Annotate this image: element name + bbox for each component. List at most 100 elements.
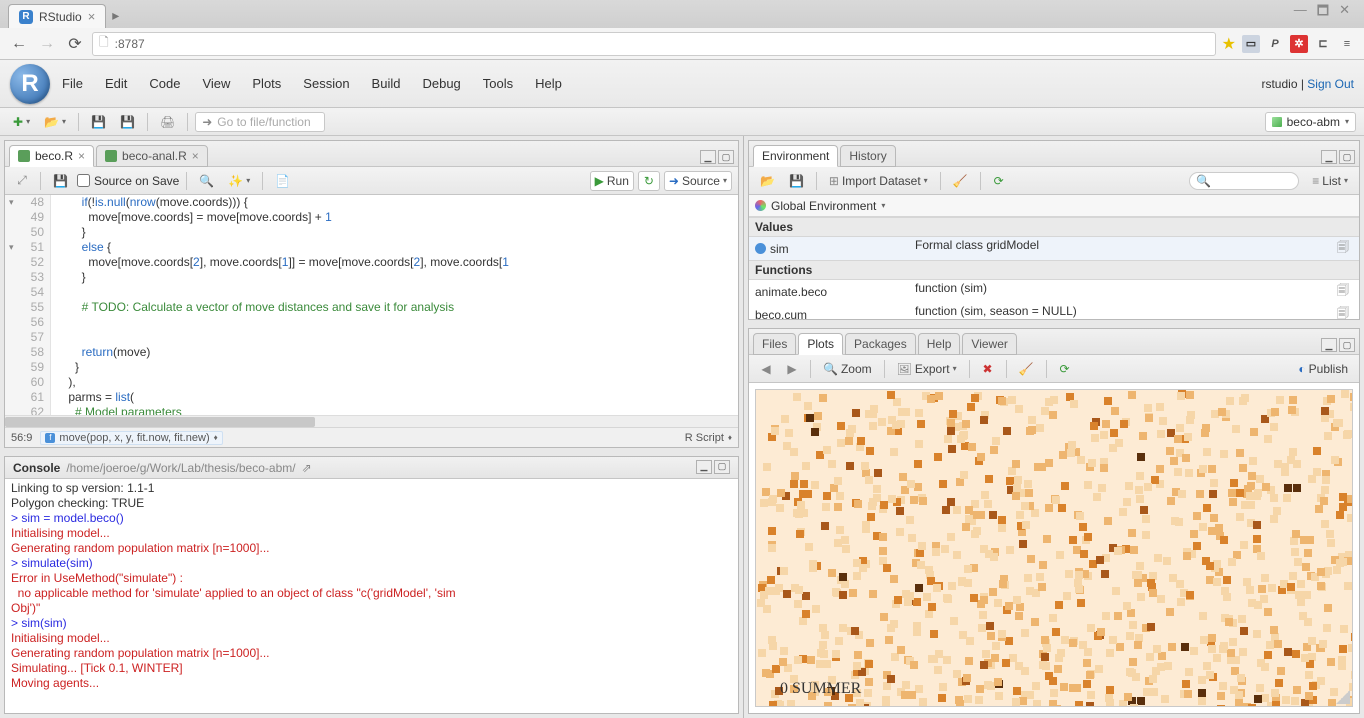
menu-build[interactable]: Build (372, 76, 401, 91)
address-bar: ← → ⟳ 🗋 :8787 ★ ▭ P ✲ ⊏ ≡ (0, 28, 1364, 60)
menu-file[interactable]: File (62, 76, 83, 91)
save-source-button[interactable]: 💾 (48, 171, 73, 191)
wand-button[interactable]: ✨▾ (223, 171, 255, 191)
editor-code[interactable]: if(!is.null(nrow(move.coords))) { move[m… (51, 195, 738, 415)
pane-minimize-icon[interactable]: ▁ (696, 460, 712, 474)
pane-minimize-icon[interactable]: ▁ (700, 150, 716, 164)
load-workspace-button[interactable]: 📂 (755, 171, 780, 191)
editor-hscrollbar[interactable] (5, 415, 738, 427)
file-type: R Script (685, 432, 724, 444)
clear-workspace-button[interactable]: 🧹 (948, 171, 973, 191)
resize-grip-icon[interactable] (1336, 690, 1350, 704)
source-tab-beco[interactable]: beco.R × (9, 145, 94, 167)
globe-icon (755, 200, 766, 211)
env-row[interactable]: simFormal class gridModel🗐 (749, 237, 1359, 260)
menu-session[interactable]: Session (303, 76, 349, 91)
source-on-save-input[interactable] (77, 174, 90, 187)
save-workspace-button[interactable]: 💾 (784, 171, 809, 191)
plot-refresh-button[interactable]: ⟳ (1054, 359, 1076, 379)
console-body[interactable]: Linking to sp version: 1.1-1Polygon chec… (5, 479, 738, 713)
plot-export-button[interactable]: 🖼Export▾ (892, 359, 962, 379)
plot-publish-button[interactable]: ◐Publish (1293, 359, 1353, 379)
project-picker[interactable]: beco-abm ▾ (1265, 112, 1356, 132)
console-path-popup-icon[interactable]: ⇗ (302, 461, 312, 475)
extension-icons: ▭ P ✲ ⊏ ≡ (1242, 35, 1356, 53)
menu-edit[interactable]: Edit (105, 76, 127, 91)
hamburger-icon[interactable]: ≡ (1338, 35, 1356, 53)
menu-help[interactable]: Help (535, 76, 562, 91)
close-icon[interactable]: × (78, 149, 85, 163)
env-row[interactable]: animate.becofunction (sim)🗐 (749, 280, 1359, 303)
tab-plots[interactable]: Plots (798, 333, 843, 355)
goto-placeholder: Go to file/function (217, 115, 310, 129)
menu-code[interactable]: Code (149, 76, 180, 91)
plot-next-button[interactable]: ▶ (781, 359, 803, 379)
compile-button[interactable]: 📄 (270, 171, 295, 191)
rerun-button[interactable]: ↻ (638, 171, 660, 191)
env-row[interactable]: beco.cumfunction (sim, season = NULL)🗐 (749, 303, 1359, 319)
ext-icon-c[interactable]: ⊏ (1314, 35, 1332, 53)
print-button[interactable]: 🖨 (155, 112, 180, 132)
find-button[interactable]: 🔍 (194, 171, 219, 191)
env-view-mode[interactable]: ≡List▾ (1307, 171, 1353, 191)
url-field[interactable]: 🗋 :8787 (92, 32, 1216, 56)
tab-history[interactable]: History (840, 145, 895, 167)
env-scope-picker[interactable]: Global Environment▾ (749, 195, 1359, 217)
source-button[interactable]: ➜Source▾ (664, 171, 732, 191)
tab-files[interactable]: Files (753, 333, 796, 355)
back-button[interactable]: ← (8, 33, 30, 55)
tab-packages[interactable]: Packages (845, 333, 916, 355)
minimize-icon[interactable]: — (1294, 2, 1307, 24)
new-tab-button[interactable]: ▸ (106, 7, 125, 28)
sign-out-link[interactable]: Sign Out (1307, 77, 1354, 91)
source-on-save-checkbox[interactable]: Source on Save (77, 174, 179, 188)
menu-debug[interactable]: Debug (422, 76, 460, 91)
menu-tools[interactable]: Tools (483, 76, 513, 91)
panes: beco.R × beco-anal.R × ▁ ▢ ⤢ 💾 (0, 136, 1364, 718)
pane-maximize-icon[interactable]: ▢ (718, 150, 734, 164)
save-button[interactable]: 💾 (86, 112, 111, 132)
close-tab-icon[interactable]: × (88, 9, 96, 24)
save-all-button[interactable]: 💾 (115, 112, 140, 132)
pane-maximize-icon[interactable]: ▢ (714, 460, 730, 474)
cursor-position: 56:9 (11, 432, 32, 444)
pane-maximize-icon[interactable]: ▢ (1339, 150, 1355, 164)
search-icon: 🔍 (1196, 174, 1211, 188)
tab-environment[interactable]: Environment (753, 145, 838, 167)
env-body: ValuessimFormal class gridModel🗐Function… (749, 217, 1359, 319)
ext-icon-1[interactable]: ▭ (1242, 35, 1260, 53)
goto-file-input[interactable]: ➜ Go to file/function (195, 112, 325, 132)
tab-help[interactable]: Help (918, 333, 961, 355)
import-dataset-button[interactable]: ⊞Import Dataset▾ (824, 171, 933, 191)
close-icon[interactable]: × (192, 149, 199, 163)
pane-maximize-icon[interactable]: ▢ (1339, 338, 1355, 352)
rstudio-logo: R (10, 64, 50, 104)
plot-zoom-button[interactable]: 🔍Zoom (818, 359, 877, 379)
plot-clear-button[interactable]: 🧹 (1014, 359, 1039, 379)
close-window-icon[interactable]: ✕ (1339, 2, 1350, 24)
function-scope[interactable]: fmove(pop, x, y, fit.now, fit.new) ♦ (40, 431, 222, 445)
bookmark-star-icon[interactable]: ★ (1222, 34, 1236, 54)
browser-tab-rstudio[interactable]: R RStudio × (8, 4, 106, 28)
menu-view[interactable]: View (202, 76, 230, 91)
new-file-button[interactable]: ✚▾ (8, 112, 35, 132)
ext-icon-p[interactable]: P (1266, 35, 1284, 53)
plot-remove-button[interactable]: ✖ (977, 359, 999, 379)
run-button[interactable]: ▶Run (590, 171, 634, 191)
pane-minimize-icon[interactable]: ▁ (1321, 150, 1337, 164)
maximize-icon[interactable]: 🗖 (1317, 2, 1329, 24)
open-file-button[interactable]: 📂▾ (39, 112, 71, 132)
code-editor[interactable]: 48495051525354555657585960616263 if(!is.… (5, 195, 738, 415)
env-search-input[interactable]: 🔍 (1189, 172, 1299, 190)
tab-viewer[interactable]: Viewer (962, 333, 1016, 355)
popout-button[interactable]: ⤢ (11, 171, 33, 191)
pane-minimize-icon[interactable]: ▁ (1321, 338, 1337, 352)
forward-button[interactable]: → (36, 33, 58, 55)
plot-canvas (756, 390, 1352, 706)
source-tab-beco-anal[interactable]: beco-anal.R × (96, 145, 208, 167)
menu-plots[interactable]: Plots (252, 76, 281, 91)
plot-prev-button[interactable]: ◀ (755, 359, 777, 379)
ext-icon-red[interactable]: ✲ (1290, 35, 1308, 53)
reload-button[interactable]: ⟳ (64, 33, 86, 55)
refresh-env-button[interactable]: ⟳ (988, 171, 1010, 191)
